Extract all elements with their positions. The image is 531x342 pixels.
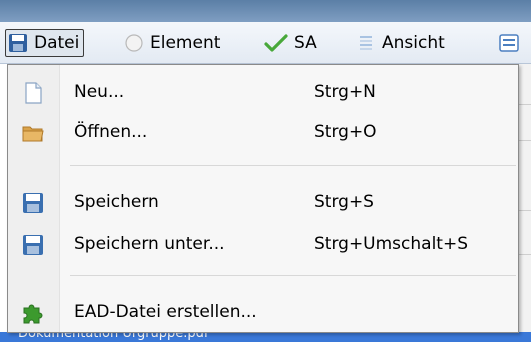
circle-icon bbox=[124, 33, 144, 53]
menu-item-shortcut: Strg+S bbox=[314, 192, 374, 212]
floppy-icon bbox=[8, 33, 28, 53]
menu-ansicht-label: Ansicht bbox=[382, 33, 445, 53]
datei-dropdown-menu: Neu... Strg+N Öffnen... Strg+O Speichern… bbox=[7, 64, 519, 333]
menu-item-speichern-unter[interactable]: Speichern unter... Strg+Umschalt+S bbox=[8, 225, 518, 263]
menu-element-label: Element bbox=[150, 33, 221, 53]
menu-ansicht[interactable]: Ansicht bbox=[356, 29, 445, 57]
save-icon bbox=[22, 192, 44, 214]
background-pane bbox=[518, 64, 531, 334]
toolbar-overflow-button[interactable] bbox=[498, 29, 520, 57]
menu-item-label: EAD-Datei erstellen... bbox=[74, 302, 257, 322]
menu-item-speichern[interactable]: Speichern Strg+S bbox=[8, 183, 518, 221]
panel-icon bbox=[498, 33, 520, 53]
menu-item-shortcut: Strg+Umschalt+S bbox=[314, 234, 469, 254]
window-title-strip bbox=[0, 0, 531, 22]
menu-item-neu[interactable]: Neu... Strg+N bbox=[8, 73, 518, 111]
puzzle-icon bbox=[22, 302, 44, 324]
menu-sa[interactable]: SA bbox=[264, 29, 317, 57]
save-as-icon bbox=[22, 234, 44, 256]
menu-item-label: Neu... bbox=[74, 82, 125, 102]
menu-item-shortcut: Strg+N bbox=[314, 82, 376, 102]
menu-item-ead-datei-erstellen[interactable]: EAD-Datei erstellen... bbox=[8, 293, 518, 331]
menu-separator bbox=[70, 275, 516, 276]
view-list-icon bbox=[356, 33, 376, 53]
menu-element[interactable]: Element bbox=[124, 29, 220, 57]
menu-sa-label: SA bbox=[294, 33, 317, 53]
folder-icon bbox=[22, 122, 44, 144]
menu-item-shortcut: Strg+O bbox=[314, 122, 377, 142]
menu-datei[interactable]: Datei bbox=[5, 29, 85, 57]
menu-item-label: Speichern unter... bbox=[74, 234, 225, 254]
background-selected-row: Dokumentation Urgruppe.pdf bbox=[0, 332, 531, 342]
new-document-icon bbox=[22, 82, 44, 104]
menu-datei-label: Datei bbox=[34, 33, 80, 53]
menu-item-label: Speichern bbox=[74, 192, 159, 212]
menu-separator bbox=[70, 165, 516, 166]
background-row-text: Dokumentation Urgruppe.pdf bbox=[18, 332, 209, 341]
checkmark-icon bbox=[264, 33, 288, 53]
menu-bar: Datei Element SA Ansicht bbox=[0, 22, 531, 64]
menu-item-oeffnen[interactable]: Öffnen... Strg+O bbox=[8, 113, 518, 151]
menu-item-label: Öffnen... bbox=[74, 122, 148, 142]
